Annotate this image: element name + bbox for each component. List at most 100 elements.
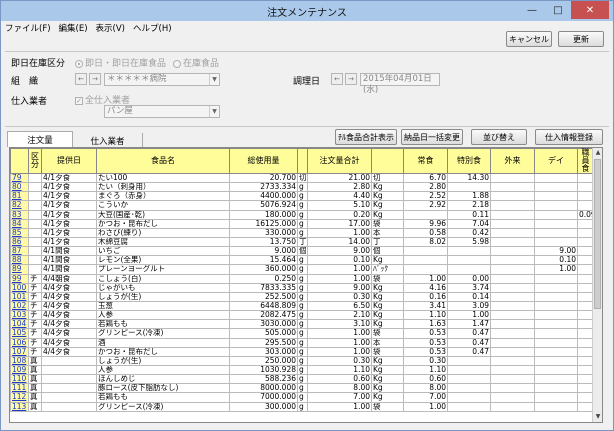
row-number-link[interactable]: 85 (10, 227, 29, 238)
row-number-link[interactable]: 86 (10, 236, 29, 248)
row-number-link[interactable]: 79 (10, 172, 29, 184)
row-number-link[interactable]: 106 (10, 337, 29, 348)
row-number-link[interactable]: 80 (10, 182, 29, 193)
scroll-down-icon[interactable]: ▼ (593, 412, 602, 422)
row-number-link[interactable]: 108 (10, 355, 29, 366)
table-row[interactable]: 79 4/1夕食 たい100 20.700 切 21.00 切 6.70 14.30 (10, 172, 594, 184)
table-cell: 6448.809 (229, 300, 298, 312)
row-number-link[interactable]: 89 (10, 264, 29, 275)
row-number-link[interactable]: 82 (10, 200, 29, 211)
table-row[interactable]: 85 4/1夕食 わさび(練り) 330.000 g 1.00 本 0.58 0.42 (10, 227, 594, 238)
table-row[interactable]: 102 チ 4/4夕食 玉葱 6448.809 g 6.50 Kg 3.41 3.09 (10, 300, 594, 312)
table-cell (490, 264, 535, 275)
sort-button[interactable]: 並び替え (471, 129, 527, 145)
table-row[interactable]: 103 チ 4/4夕食 人参 2082.475 g 2.10 Kg 1.10 1.00 (10, 310, 594, 321)
fill-total-button[interactable]: ﾁﾙ食品合計表示 (335, 129, 397, 145)
table-row[interactable]: 101 チ 4/4夕食 しょうが(生) 252.500 g 0.30 Kg 0.16 0.14 (10, 291, 594, 302)
row-number-link[interactable]: 88 (10, 255, 29, 266)
table-cell: 真 (28, 392, 42, 403)
row-number-link[interactable]: 84 (10, 218, 29, 229)
chevron-down-icon[interactable]: ▼ (209, 106, 219, 117)
row-number-link[interactable]: 111 (10, 383, 29, 394)
table-row[interactable]: 99 チ 4/4朝食 こしょう(白) 0.250 g 1.00 袋 1.00 0.00 (10, 273, 594, 284)
table-row[interactable]: 82 4/1夕食 こういか 5076.924 g 5.10 Kg 2.92 2.18 (10, 200, 594, 211)
table-row[interactable]: 89 4/1間食 プレーンヨーグルト 360.000 g 1.00 ﾊﾟｯｸ 1.00 (10, 264, 594, 275)
table-row[interactable]: 86 4/1夕食 木綿豆腐 13.750 丁 14.00 丁 8.02 5.98 (10, 236, 594, 248)
table-row[interactable]: 113 真グリンピース(冷凍) 300.000 g 1.00 袋 1.00 (10, 401, 594, 412)
table-row[interactable]: 87 4/1間食 いちご 9.000 個 9.00 個 9.00 (10, 246, 594, 257)
row-number-link[interactable]: 100 (10, 282, 29, 293)
table-row[interactable]: 100 チ 4/4夕食 じゃがいも 7833.335 g 9.00 Kg 4.16 3.74 (10, 282, 594, 293)
table-row[interactable]: 104 チ 4/4夕食 若鶏もも 3030.000 g 3.10 Kg 1.63 1.47 (10, 319, 594, 330)
table-row[interactable]: 110 真ほんしめじ 588.236 g 0.60 Kg 0.60 (10, 374, 594, 385)
supplier-combo[interactable]: パン屋 ▼ (104, 105, 220, 118)
table-cell (490, 218, 535, 229)
chevron-down-icon[interactable]: ▼ (209, 74, 219, 85)
table-cell: g (297, 273, 308, 284)
stock-radio-same-day[interactable]: 即日・即日在庫食品 (75, 56, 166, 69)
stock-radio-inventory[interactable]: 在庫食品 (173, 56, 219, 69)
organization-combo[interactable]: ＊＊＊＊＊病院 ▼ (104, 73, 220, 86)
delivery-date-change-button[interactable]: 納品日一括変更 (401, 129, 463, 145)
cancel-button[interactable]: キャンセル (506, 31, 552, 47)
row-number-link[interactable]: 109 (10, 364, 29, 376)
row-number-link[interactable]: 99 (10, 273, 29, 284)
close-button[interactable]: ✕ (571, 1, 609, 19)
title-bar[interactable]: 注文メンテナンス — □ ✕ (1, 1, 613, 21)
row-number-link[interactable]: 112 (10, 392, 29, 403)
table-row[interactable]: 109 真人参 1030.928 g 1.10 Kg 1.10 (10, 364, 594, 376)
row-number-link[interactable]: 107 (10, 346, 29, 357)
update-button[interactable]: 更新 (558, 31, 604, 47)
table-row[interactable]: 80 4/1夕食 たい（刺身用） 2733.334 g 2.80 Kg 2.80 (10, 182, 594, 193)
table-cell: 3.74 (447, 282, 491, 293)
table-cell: 3.41 (403, 300, 448, 312)
table-cell: 6.50 (307, 300, 372, 312)
tab-order-quantity[interactable]: 注文量 (7, 131, 73, 147)
table-cell: いちご (96, 246, 230, 257)
table-cell (490, 200, 535, 211)
table-row[interactable]: 111 真豚ロース(皮下脂肪なし) 8000.000 g 8.00 Kg 8.00 (10, 383, 594, 394)
row-number-link[interactable]: 87 (10, 246, 29, 257)
table-cell: 1.10 (403, 310, 448, 321)
date-next-button[interactable]: → (345, 73, 357, 85)
maximize-button[interactable]: □ (545, 1, 571, 19)
minimize-button[interactable]: — (519, 1, 545, 19)
row-number-link[interactable]: 113 (10, 401, 29, 412)
table-cell: 袋 (371, 328, 404, 339)
table-cell: Kg (371, 191, 404, 202)
row-number-link[interactable]: 102 (10, 300, 29, 312)
row-number-link[interactable]: 103 (10, 310, 29, 321)
row-number-link[interactable]: 110 (10, 374, 29, 385)
date-prev-button[interactable]: ← (331, 73, 343, 85)
table-row[interactable]: 105 チ 4/4夕食 グリンピース(冷凍) 505.000 g 1.00 袋 0.53 0.47 (10, 328, 594, 339)
supplier-register-button[interactable]: 仕入情報登録 (535, 129, 603, 145)
table-row[interactable]: 107 チ 4/4夕食 かつお・昆布だし 303.000 g 1.00 袋 0.53 0.47 (10, 346, 594, 357)
table-row[interactable]: 84 4/1夕食 かつお・昆布だし 16125.000 g 17.00 袋 9.96 7.04 (10, 218, 594, 229)
table-row[interactable]: 81 4/1夕食 まぐろ（赤身） 4400.000 g 4.40 Kg 2.52 1.88 (10, 191, 594, 202)
table-cell: 1.00 (403, 273, 448, 284)
vertical-scrollbar[interactable]: ▲ ▼ (592, 148, 602, 422)
org-prev-button[interactable]: ← (75, 73, 87, 85)
table-cell (490, 273, 535, 284)
org-next-button[interactable]: → (89, 73, 101, 85)
table-row[interactable]: 108 真しょうが(生) 250.000 g 0.30 Kg 0.30 (10, 355, 594, 366)
menu-view[interactable]: 表示(V) (96, 22, 125, 34)
table-row[interactable]: 112 真若鶏もも 7000.000 g 7.00 Kg 7.00 (10, 392, 594, 403)
scroll-up-icon[interactable]: ▲ (593, 148, 602, 158)
row-number-link[interactable]: 81 (10, 191, 29, 202)
cooking-date-field[interactable]: 2015年04月01日(水) (360, 73, 440, 95)
tab-supplier[interactable]: 仕入業者 (73, 133, 143, 147)
table-row[interactable]: 834/1夕食大豆(国産･乾)180.000g0.20Kg0.110.09 (10, 209, 594, 220)
menu-edit[interactable]: 編集(E) (59, 22, 88, 34)
table-cell (403, 246, 448, 257)
table-row[interactable]: 88 4/1間食 レモン(全果) 15.464 g 0.10 Kg 0.10 (10, 255, 594, 266)
table-cell: 1.10 (307, 364, 372, 376)
row-number-link[interactable]: 101 (10, 291, 29, 302)
menu-help[interactable]: ヘルプ(H) (133, 22, 172, 34)
menu-file[interactable]: ファイル(F) (5, 22, 51, 34)
scroll-thumb[interactable] (594, 159, 601, 309)
row-number-link[interactable]: 104 (10, 319, 29, 330)
table-row[interactable]: 106 チ 4/4夕食酒 295.500 g 1.00 本 0.53 0.47 (10, 337, 594, 348)
row-number-link[interactable]: 105 (10, 328, 29, 339)
row-number-link[interactable]: 83 (10, 209, 29, 220)
